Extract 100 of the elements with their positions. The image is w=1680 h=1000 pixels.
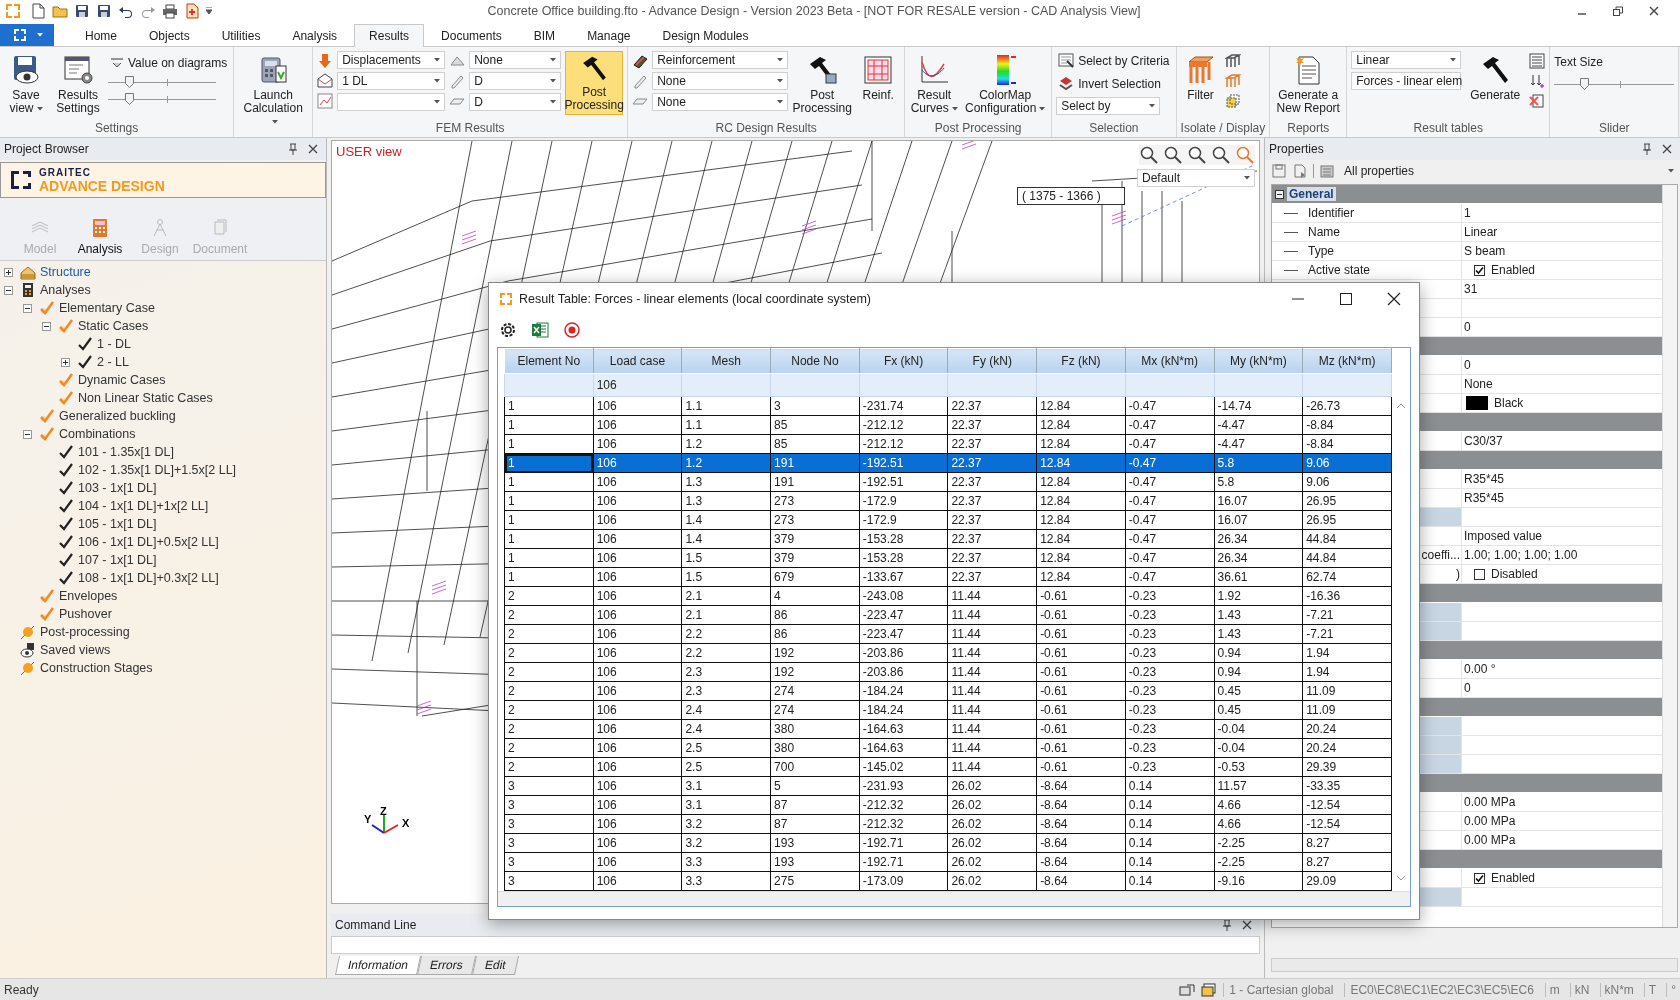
tree-item[interactable]: Dynamic Cases (78, 373, 166, 387)
checkbox[interactable] (1474, 872, 1485, 884)
ribbon-tab[interactable]: Utilities (206, 24, 276, 47)
expander-icon[interactable] (4, 285, 13, 295)
panel-tab[interactable]: Information (335, 956, 422, 975)
table-row[interactable]: 3 106 3.2 87 -212.32 26.02 -8.64 0.14 4.66 -12.54 (504, 814, 1392, 834)
ribbon-button[interactable]: Post Processing (565, 51, 624, 115)
table-row[interactable]: 1 106 1.3 191 -192.51 22.37 12.84 -0.47 5.8 9.06 (504, 472, 1392, 492)
tree-item[interactable]: 103 - 1x[1 DL] (78, 481, 157, 495)
ribbon-tab[interactable]: Results (354, 24, 425, 47)
tree-item[interactable]: 105 - 1x[1 DL] (78, 517, 157, 531)
dropdown[interactable]: None (652, 72, 789, 90)
table-row[interactable]: 3 106 3.2 193 -192.71 26.02 -8.64 0.14 -2.25 8.27 (504, 833, 1392, 853)
tree-item[interactable]: 106 - 1x[1 DL]+0.5x[2 LL] (78, 535, 219, 549)
column-header[interactable]: Mx (kN*m) (1125, 348, 1214, 374)
dropdown[interactable]: None (469, 51, 562, 69)
table-row[interactable]: 1 106 1.1 3 -231.74 22.37 12.84 -0.47 -14.74 -26.73 (504, 396, 1392, 416)
table-row[interactable]: 2 106 2.1 86 -223.47 11.44 -0.61 -0.23 1.43 -7.21 (504, 605, 1392, 625)
settings-icon[interactable] (499, 321, 517, 339)
ribbon-button[interactable]: ColorMap Configuration (963, 51, 1048, 118)
ribbon-tab[interactable]: Design Modules (647, 24, 764, 47)
restore-icon[interactable] (1612, 5, 1624, 17)
slider-thumb[interactable] (1580, 78, 1590, 90)
dropdown[interactable]: Linear (1351, 51, 1462, 69)
tree-item[interactable]: Generalized buckling (59, 409, 176, 423)
tree-item[interactable]: Elementary Case (59, 301, 155, 315)
ribbon-tab[interactable]: Analysis (277, 24, 353, 47)
invert-selection-button[interactable]: Invert Selection (1056, 74, 1172, 94)
table-row[interactable]: 1 106 1.5 679 -133.67 22.37 12.84 -0.47 36.61 62.74 (504, 567, 1392, 587)
table-row[interactable]: 2 106 2.2 86 -223.47 11.44 -0.61 -0.23 1.43 -7.21 (504, 624, 1392, 644)
horizontal-scrollbar[interactable] (1271, 958, 1678, 972)
dropdown[interactable]: Displacements (337, 51, 446, 69)
ribbon-tab[interactable]: Objects (134, 24, 205, 47)
properties-filter-dropdown[interactable]: All properties (1340, 164, 1674, 178)
layers-icon[interactable] (1201, 982, 1218, 997)
ribbon-button[interactable]: Result Curves (909, 51, 960, 118)
value-on-diagrams-button[interactable]: Value on diagrams (108, 53, 230, 73)
pin-icon[interactable] (1222, 919, 1232, 931)
table-row[interactable]: 1 106 1.1 85 -212.12 22.37 12.84 -0.47 -4.47 -8.84 (504, 415, 1392, 435)
save-all-icon[interactable] (96, 3, 112, 19)
column-header[interactable]: Load case (593, 348, 682, 374)
slider-thumb[interactable] (124, 93, 134, 105)
command-input-field[interactable] (331, 936, 1260, 954)
table-row[interactable]: 3 106 3.1 5 -231.93 26.02 -8.64 0.14 11.57 -33.35 (504, 776, 1392, 796)
expander-icon[interactable] (61, 357, 70, 367)
column-header[interactable]: Fz (kN) (1036, 348, 1126, 374)
close-icon[interactable] (1242, 920, 1252, 930)
new-file-icon[interactable] (30, 3, 46, 19)
ribbon-button[interactable]: Filter (1180, 51, 1221, 105)
close-icon[interactable] (1387, 292, 1401, 306)
table-row[interactable]: 2 106 2.2 192 -203.86 11.44 -0.61 -0.23 0.94 1.94 (504, 643, 1392, 663)
pan-icon[interactable] (1211, 145, 1231, 165)
filter-cell[interactable] (504, 373, 594, 397)
snap-icon[interactable] (1179, 982, 1196, 997)
tree-item[interactable]: Construction Stages (40, 661, 153, 675)
table-row[interactable]: 2 106 2.5 380 -164.63 11.44 -0.61 -0.23 -0.04 20.24 (504, 738, 1392, 758)
table-row[interactable]: 3 106 3.3 193 -192.71 26.02 -8.64 0.14 -2.25 8.27 (504, 852, 1392, 872)
browser-tab[interactable]: Analysis (70, 218, 130, 256)
unit-label[interactable]: ° (1666, 982, 1680, 997)
slider[interactable] (1554, 78, 1675, 92)
checkbox[interactable] (1474, 264, 1485, 276)
vertical-scrollbar[interactable] (1662, 185, 1677, 927)
view-preset-dropdown[interactable]: Default (1137, 169, 1255, 187)
table-row[interactable]: 1 106 1.2 191 -192.51 22.37 12.84 -0.47 5.8 9.06 (504, 453, 1392, 473)
dropdown[interactable]: Forces - linear elem (1351, 72, 1462, 90)
table-row[interactable]: 1 106 1.5 379 -153.28 22.37 12.84 -0.47 26.34 44.84 (504, 548, 1392, 568)
column-header[interactable]: Mesh (681, 348, 771, 374)
ribbon-button[interactable]: Generate a New Report (1274, 51, 1343, 118)
close-icon[interactable] (308, 144, 318, 154)
application-menu-button[interactable] (0, 24, 54, 46)
expander-icon[interactable] (4, 267, 13, 277)
maximize-icon[interactable] (1339, 292, 1353, 306)
zoom-in-icon[interactable] (1139, 145, 1159, 165)
isolate-icon[interactable] (1224, 53, 1241, 69)
scroll-down-icon[interactable] (1396, 874, 1406, 882)
ribbon-tab[interactable]: Home (70, 24, 132, 47)
slider-thumb[interactable] (124, 76, 134, 88)
ribbon-tab[interactable]: Documents (426, 24, 517, 47)
column-header[interactable]: Element No (504, 348, 594, 374)
tree-item[interactable]: Analyses (40, 283, 91, 297)
dropdown[interactable]: D (469, 72, 562, 90)
table-row[interactable]: 2 106 2.4 380 -164.63 11.44 -0.61 -0.23 -0.04 20.24 (504, 719, 1392, 739)
column-header[interactable]: My (kN*m) (1214, 348, 1303, 374)
spreadsheet-icon[interactable] (531, 321, 549, 339)
ribbon-button[interactable]: Generate (1465, 51, 1526, 105)
export-document-icon[interactable] (184, 3, 200, 19)
tree-item[interactable]: 108 - 1x[1 DL]+0.3x[2 LL] (78, 571, 219, 585)
expander-icon[interactable] (42, 321, 51, 331)
tree-item[interactable]: Envelopes (59, 589, 118, 603)
copy-document-icon[interactable] (1292, 163, 1308, 179)
close-icon[interactable] (1662, 144, 1672, 154)
table-row[interactable]: 3 106 3.1 87 -212.32 26.02 -8.64 0.14 4.66 -12.54 (504, 795, 1392, 815)
pin-icon[interactable] (288, 143, 298, 155)
zoom-icon[interactable] (1187, 145, 1207, 165)
expander-icon[interactable] (23, 429, 32, 439)
close-icon[interactable] (1648, 5, 1660, 17)
tree-item[interactable]: Combinations (59, 427, 136, 441)
table-row[interactable]: 1 106 1.4 379 -153.28 22.37 12.84 -0.47 26.34 44.84 (504, 529, 1392, 549)
customize-caret-icon[interactable] (206, 7, 212, 15)
cube-icon[interactable] (1224, 93, 1241, 109)
